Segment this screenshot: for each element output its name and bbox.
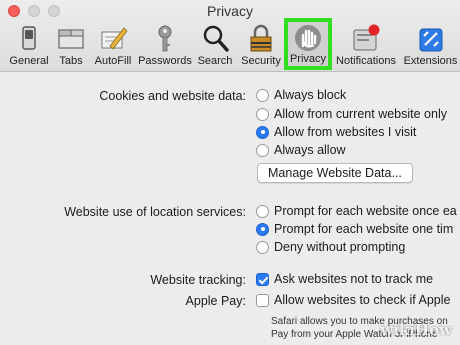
key-icon bbox=[158, 25, 172, 52]
cookies-label: Cookies and website data: bbox=[99, 89, 246, 103]
window-title: Privacy bbox=[207, 3, 253, 19]
tab-tabs[interactable]: Tabs bbox=[54, 20, 88, 70]
tab-passwords[interactable]: Passwords bbox=[137, 20, 193, 70]
tab-notifications[interactable]: Notifications bbox=[333, 20, 399, 70]
location-option-deny[interactable]: Deny without prompting bbox=[256, 240, 405, 254]
tab-autofill[interactable]: AutoFill bbox=[90, 20, 136, 70]
tab-notifications-label: Notifications bbox=[336, 55, 396, 67]
apple-pay-checkbox[interactable]: Allow websites to check if Apple bbox=[256, 293, 450, 307]
location-option-prompt-once-day[interactable]: Prompt for each website once ea bbox=[256, 204, 457, 218]
do-not-track-checkbox[interactable]: Ask websites not to track me bbox=[256, 272, 433, 286]
radio-button[interactable] bbox=[256, 143, 269, 157]
notification-badge-icon bbox=[353, 24, 380, 51]
preferences-toolbar: General Tabs AutoFill Passwords Search S… bbox=[0, 18, 460, 70]
tab-passwords-label: Passwords bbox=[138, 55, 192, 67]
manage-website-data-button[interactable]: Manage Website Data... bbox=[257, 163, 413, 183]
cookies-option-current-website[interactable]: Allow from current website only bbox=[256, 107, 447, 121]
general-switch-icon bbox=[22, 26, 36, 50]
cookies-option-always-allow[interactable]: Always allow bbox=[256, 143, 346, 157]
magnifier-icon bbox=[203, 25, 229, 52]
tab-search-label: Search bbox=[197, 55, 233, 67]
radio-button[interactable] bbox=[256, 107, 269, 121]
tab-autofill-label: AutoFill bbox=[94, 55, 132, 67]
padlock-icon bbox=[250, 24, 272, 52]
cookies-option-always-block[interactable]: Always block bbox=[256, 88, 346, 102]
autofill-pencil-icon bbox=[101, 27, 128, 50]
tab-privacy[interactable]: Privacy bbox=[284, 18, 332, 70]
tab-tabs-label: Tabs bbox=[59, 55, 83, 67]
tab-security-label: Security bbox=[241, 55, 281, 67]
watermark-logo: wikiHow bbox=[380, 321, 452, 339]
radio-button[interactable] bbox=[256, 88, 269, 102]
tabs-icon bbox=[58, 29, 84, 49]
tab-privacy-label: Privacy bbox=[289, 53, 327, 65]
apple-pay-label: Apple Pay: bbox=[185, 294, 246, 308]
checkbox-unchecked[interactable] bbox=[256, 293, 269, 307]
radio-button-selected[interactable] bbox=[256, 222, 269, 236]
cookies-option-websites-i-visit[interactable]: Allow from websites I visit bbox=[256, 125, 416, 139]
title-bar: Privacy General Tabs AutoFill Passwords … bbox=[0, 0, 460, 72]
puzzle-icon bbox=[419, 28, 442, 52]
tab-extensions[interactable]: Extensions bbox=[401, 20, 460, 70]
tab-search[interactable]: Search bbox=[195, 20, 235, 70]
radio-button-selected[interactable] bbox=[256, 125, 269, 139]
hand-icon bbox=[295, 25, 321, 51]
location-label: Website use of location services: bbox=[64, 205, 246, 219]
privacy-pane: Cookies and website data: Always block A… bbox=[0, 73, 460, 345]
tab-security[interactable]: Security bbox=[238, 20, 284, 70]
radio-button[interactable] bbox=[256, 240, 269, 254]
location-option-prompt-one-time[interactable]: Prompt for each website one tim bbox=[256, 222, 453, 236]
checkbox-checked[interactable] bbox=[256, 272, 269, 286]
website-tracking-label: Website tracking: bbox=[150, 273, 246, 287]
tab-general[interactable]: General bbox=[4, 20, 54, 70]
tab-general-label: General bbox=[9, 55, 49, 67]
radio-button[interactable] bbox=[256, 204, 269, 218]
tab-extensions-label: Extensions bbox=[403, 55, 458, 67]
